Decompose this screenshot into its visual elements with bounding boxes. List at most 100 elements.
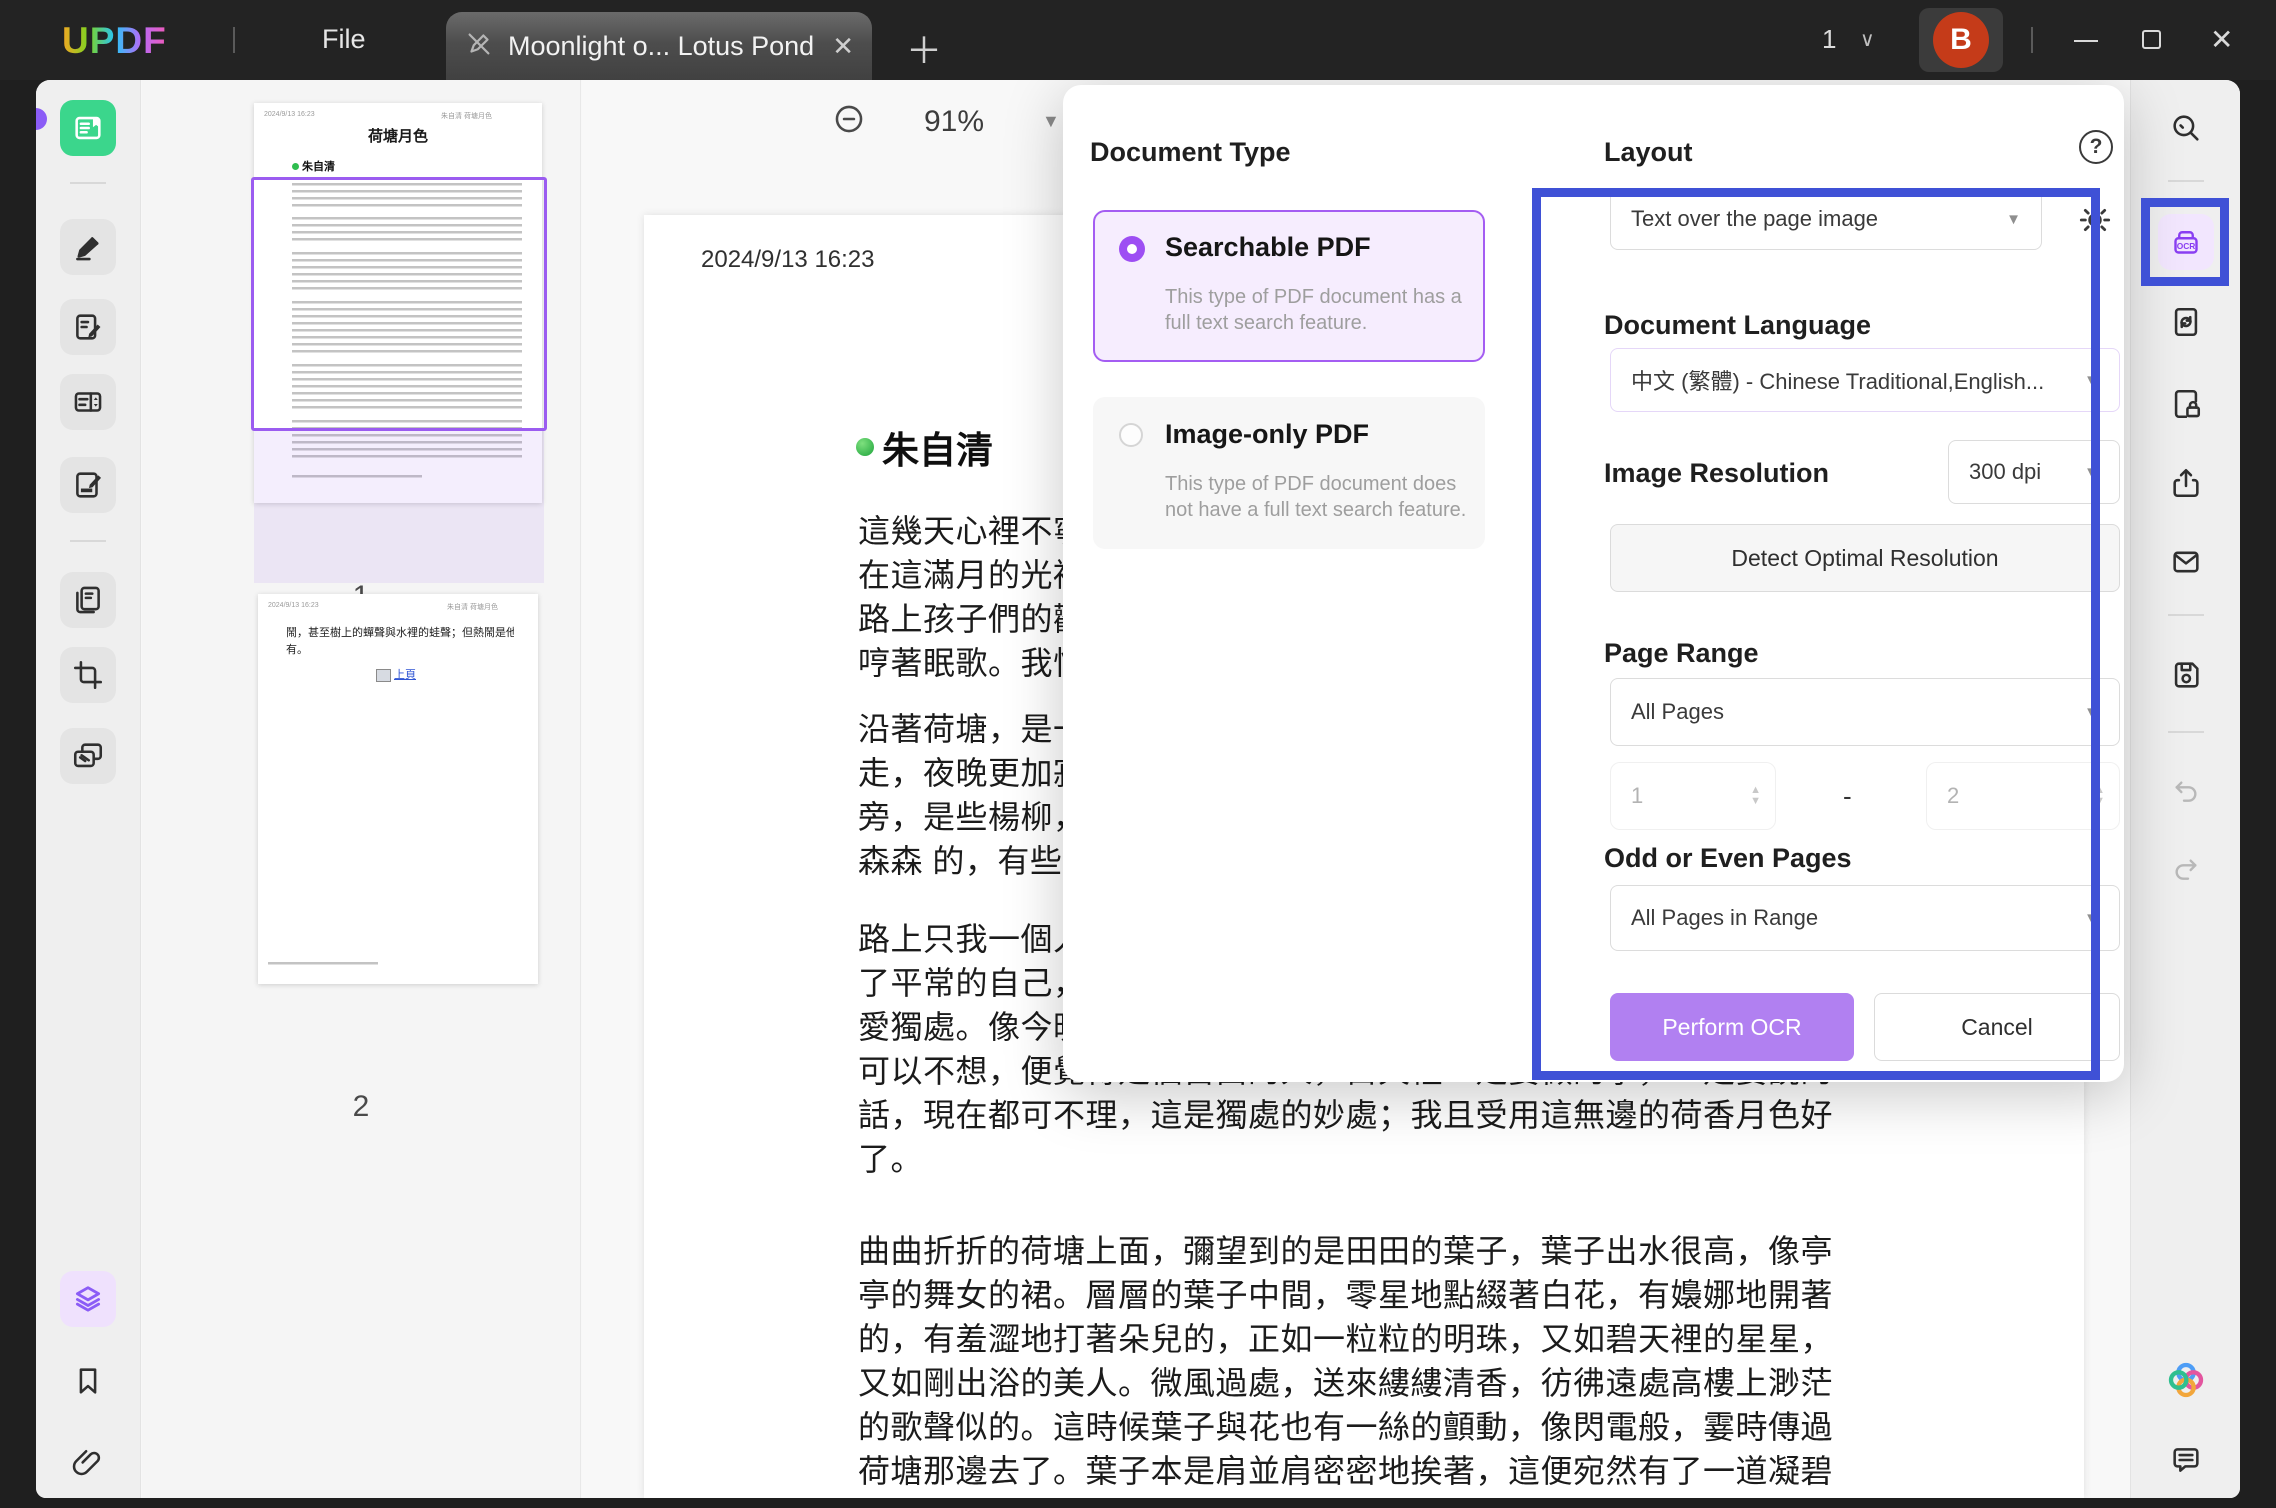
image-only-pdf-description: This type of PDF document does not have … [1165, 473, 1467, 521]
bookmark-panel-button[interactable] [60, 1353, 116, 1409]
tab-close-icon[interactable]: ✕ [832, 31, 854, 62]
zoom-caret-icon[interactable]: ▼ [1042, 111, 1060, 132]
pdf-author: 朱自清 [882, 430, 993, 471]
menu-file[interactable]: File [322, 24, 366, 55]
green-dot-icon [856, 438, 874, 456]
slideshow-button[interactable] [60, 728, 116, 784]
reader-view-button[interactable] [60, 100, 116, 156]
perform-ocr-button[interactable]: Perform OCR [1610, 993, 1854, 1061]
edit-pdf-button[interactable] [60, 457, 116, 513]
avatar[interactable]: B [1933, 12, 1989, 68]
cancel-button[interactable]: Cancel [1874, 993, 2120, 1061]
window-close-button[interactable]: ✕ [2210, 23, 2233, 56]
convert-button[interactable] [2158, 294, 2214, 350]
rail-divider [2168, 614, 2204, 616]
paragraph-4: 曲曲折折的荷塘上面，彌望到的是田田的葉子，葉子出水很高，像亭 亭的舞女的裙。層層… [858, 1233, 1834, 1498]
mail-button[interactable] [2158, 534, 2214, 590]
zoom-controls: 91% ▼ [832, 102, 1060, 141]
comment-tool-button[interactable] [60, 299, 116, 355]
redo-button[interactable] [2158, 840, 2214, 896]
thumb1-doc-title: 荷塘月色 [367, 128, 428, 145]
thumb1-header-title: 朱自清 荷塘月色 [441, 113, 492, 120]
rail-divider [2168, 180, 2204, 182]
thumb2-number: 2 [352, 1090, 370, 1123]
right-toolbar: OCR [2130, 80, 2240, 1498]
share-button[interactable] [2158, 455, 2214, 511]
searchable-pdf-label: Searchable PDF [1165, 232, 1371, 262]
attachment-panel-button[interactable] [60, 1434, 116, 1490]
caret-down-icon: ▼ [2084, 463, 2099, 481]
crop-tool-button[interactable] [60, 647, 116, 703]
form-tool-button[interactable] [60, 374, 116, 430]
feedback-button[interactable] [2158, 1432, 2214, 1488]
updf-window: UPDF File Help Moonlight o... Lotus Pond… [0, 0, 2276, 1508]
undo-button[interactable] [2158, 762, 2214, 818]
ai-assistant-button[interactable] [2158, 1352, 2214, 1408]
tiny-image-icon [376, 669, 391, 682]
document-type-heading: Document Type [1090, 137, 1291, 167]
stepper-arrows-icon[interactable]: ▲ ▼ [2094, 785, 2105, 807]
thumb2-line1: 鬧，甚至樹上的蟬聲與水裡的蛙聲；但熱鬧是他們的，我甚麼都沒 [286, 627, 514, 639]
minimize-button[interactable] [2074, 40, 2098, 42]
thumb2-line2: 有。 [286, 644, 308, 656]
image-resolution-dropdown[interactable]: 300 dpi ▼ [1948, 440, 2120, 504]
thumbnail-panel: 2024/9/13 16:23 朱自清 荷塘月色 荷塘月色 朱自清 1 202 [142, 80, 581, 1498]
image-only-pdf-label: Image-only PDF [1165, 419, 1370, 449]
zoom-out-icon[interactable] [832, 102, 866, 141]
thumb2-header-title: 朱自清 荷塘月色 [447, 604, 498, 611]
rail-divider [2168, 731, 2204, 733]
help-icon[interactable]: ? [2079, 130, 2113, 164]
edit-disabled-icon [464, 29, 494, 64]
thumbnail-page-2[interactable]: 2024/9/13 16:23 朱自清 荷塘月色 鬧，甚至樹上的蟬聲與水裡的蛙聲… [258, 594, 538, 984]
document-language-dropdown[interactable]: 中文 (繁體) - Chinese Traditional,English...… [1610, 348, 2120, 412]
left-toolbar [36, 80, 141, 1498]
maximize-button[interactable] [2142, 30, 2161, 49]
page-indicator-caret-icon[interactable]: ∨ [1860, 27, 1875, 52]
document-tab[interactable]: Moonlight o... Lotus Pond ✕ [446, 12, 872, 80]
highlighter-tool-button[interactable] [60, 219, 116, 275]
thumb1-viewport-box[interactable] [251, 177, 547, 431]
zoom-level[interactable]: 91% [924, 105, 984, 139]
thumb2-back-link: 上頁 [376, 666, 416, 682]
caret-down-icon: ▼ [2084, 703, 2099, 721]
odd-even-dropdown[interactable]: All Pages in Range ▼ [1610, 885, 2120, 951]
layout-dropdown[interactable]: Text over the page image ▼ [1610, 188, 2042, 250]
image-only-pdf-option[interactable]: Image-only PDF This type of PDF document… [1093, 397, 1485, 549]
layout-settings-gear-icon[interactable] [2075, 200, 2115, 245]
tab-title: Moonlight o... Lotus Pond [508, 30, 815, 61]
page-from-stepper[interactable]: 1 ▲ ▼ [1610, 762, 1776, 830]
caret-down-icon: ▼ [2084, 909, 2099, 927]
account-tile[interactable]: B [1919, 8, 2003, 72]
layers-panel-button[interactable] [60, 1271, 116, 1327]
thumb1-author: 朱自清 [292, 158, 335, 174]
ocr-button[interactable]: OCR [2158, 214, 2214, 270]
thumb1-selection-tint [254, 431, 544, 583]
odd-even-heading: Odd or Even Pages [1604, 843, 1852, 873]
search-button[interactable] [2158, 100, 2214, 156]
pdf-author-row: 朱自清 [856, 420, 993, 474]
radio-on-icon[interactable] [1119, 236, 1145, 262]
titlebar-divider [233, 27, 235, 53]
stepper-arrows-icon[interactable]: ▲ ▼ [1750, 785, 1761, 807]
page-to-stepper[interactable]: 2 ▲ ▼ [1926, 762, 2120, 830]
rail-divider [70, 540, 106, 542]
page-range-separator: - [1843, 781, 1852, 811]
save-button[interactable] [2158, 647, 2214, 703]
detect-optimal-resolution-button[interactable]: Detect Optimal Resolution [1610, 524, 2120, 592]
ocr-dialog: Document Type Searchable PDF This type o… [1063, 85, 2124, 1082]
pdf-header-date: 2024/9/13 16:23 [701, 246, 875, 273]
page-range-dropdown[interactable]: All Pages ▼ [1610, 678, 2120, 746]
document-language-heading: Document Language [1604, 310, 1872, 340]
thumb2-header-date: 2024/9/13 16:23 [268, 602, 319, 609]
caret-down-icon: ▼ [2006, 210, 2021, 228]
caret-down-icon: ▼ [2084, 371, 2099, 389]
searchable-pdf-option[interactable]: Searchable PDF This type of PDF document… [1093, 210, 1485, 362]
new-tab-button[interactable]: ＋ [906, 22, 942, 74]
page-indicator[interactable]: 1 [1822, 24, 1836, 55]
organize-pages-button[interactable] [60, 572, 116, 628]
thumb2-footer [268, 962, 378, 965]
app-content: 2024/9/13 16:23 朱自清 荷塘月色 荷塘月色 朱自清 1 202 [36, 80, 2240, 1498]
radio-off-icon[interactable] [1119, 423, 1143, 447]
protect-button[interactable] [2158, 376, 2214, 432]
green-dot-icon [292, 162, 299, 170]
